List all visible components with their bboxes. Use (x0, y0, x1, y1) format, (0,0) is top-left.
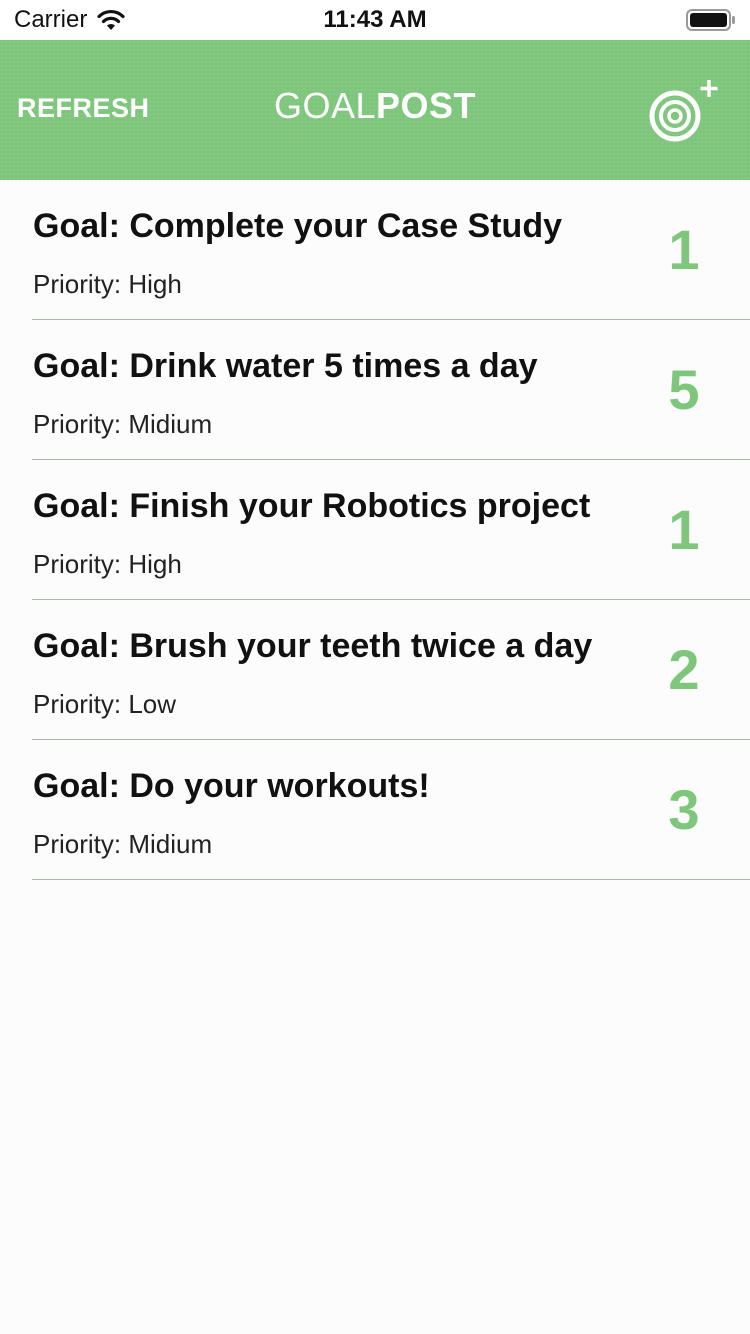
goal-priority: Priority: Low (33, 689, 177, 719)
app-title-light: GOAL (273, 85, 377, 126)
target-plus-icon (649, 80, 718, 142)
goal-progress-count: 2 (668, 638, 700, 701)
goal-row[interactable]: Goal: Finish your Robotics project Prior… (0, 460, 750, 600)
goal-description: Goal: Finish your Robotics project (33, 487, 591, 525)
goal-row[interactable]: Goal: Drink water 5 times a day Priority… (0, 320, 750, 460)
goal-description: Goal: Brush your teeth twice a day (33, 627, 593, 665)
nav-bar: REFRESH GOALPOST (0, 40, 750, 180)
goal-priority: Priority: High (33, 549, 182, 579)
status-bar: Carrier 11:43 AM (0, 0, 750, 40)
app-title: GOALPOST (0, 84, 750, 128)
goal-list: Goal: Complete your Case Study Priority:… (0, 180, 750, 880)
battery-icon (686, 9, 735, 31)
goal-progress-count: 5 (668, 358, 700, 421)
goal-priority: Priority: Midium (33, 409, 213, 439)
app-title-bold: POST (376, 85, 477, 126)
goal-progress-count: 1 (668, 498, 700, 561)
goal-progress-count: 3 (668, 778, 700, 841)
goal-row[interactable]: Goal: Complete your Case Study Priority:… (0, 180, 750, 320)
goal-priority: Priority: Midium (33, 829, 213, 859)
goal-progress-count: 1 (668, 218, 700, 281)
goal-description: Goal: Drink water 5 times a day (33, 347, 538, 385)
goal-description: Goal: Do your workouts! (33, 767, 430, 805)
add-goal-button[interactable] (640, 70, 724, 150)
goal-row[interactable]: Goal: Brush your teeth twice a day Prior… (0, 600, 750, 740)
status-time: 11:43 AM (323, 6, 427, 33)
goal-priority: Priority: High (33, 269, 182, 299)
goal-row[interactable]: Goal: Do your workouts! Priority: Midium… (0, 740, 750, 880)
goal-description: Goal: Complete your Case Study (33, 207, 562, 245)
